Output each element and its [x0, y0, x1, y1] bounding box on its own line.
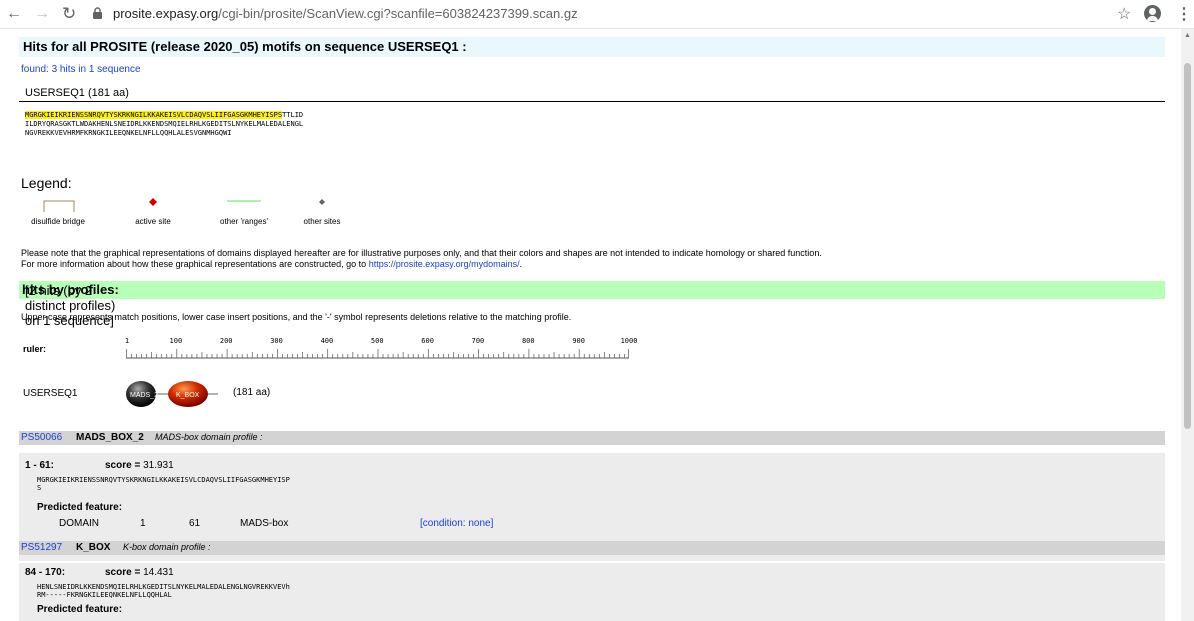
hit-sequence-line: HENLSNEIDRLKKENDSMQIELRHLKGEDITSLNYKELMA… — [37, 583, 290, 591]
legend-active-site: active site — [123, 198, 183, 228]
profile-header-ps50066: PS50066 MADS_BOX_2 MADS-box domain profi… — [19, 431, 1165, 445]
forward-arrow-icon[interactable]: → — [34, 4, 50, 24]
sequence-text: TTLID — [282, 111, 304, 119]
hit-box: 84 - 170: score = 14.431 HENLSNEIDRLKKEN… — [19, 563, 1165, 621]
hit-sequence: MGRGKIEIKRIENSSNRQVTYSKRKNGILKKAKEISVLCD… — [37, 476, 290, 492]
account-icon[interactable] — [1144, 5, 1161, 22]
condition-link[interactable]: [condition: none] — [420, 518, 493, 529]
legend-label: disulfide bridge — [31, 217, 85, 226]
ruler-tick-label: 300 — [270, 337, 283, 345]
scrollbar-thumb[interactable] — [1184, 63, 1191, 429]
ruler-tick-label: 400 — [320, 337, 334, 345]
legend-other-ranges: other 'ranges' — [209, 198, 279, 228]
ruler-label: ruler: — [23, 344, 47, 354]
legend-title: Legend: — [21, 175, 72, 191]
profile-header-ps51297: PS51297 K_BOX K-box domain profile : — [19, 541, 1165, 555]
legend-label: other sites — [303, 217, 341, 226]
sequence-text: NGVREKKVEVHRMFKRNGKILEEQNKELNFLLQQHLALES… — [25, 129, 232, 137]
more-menu-icon[interactable]: ⋮ — [1176, 4, 1192, 24]
back-arrow-icon[interactable]: ← — [6, 4, 22, 24]
sequence-block: MGRGKIEIKRIENSSNRQVTYSKRKNGILKKAKEISVLCD… — [25, 111, 303, 138]
feature-name: MADS-box — [240, 518, 289, 529]
address-bar[interactable]: prosite.expasy.org/cgi-bin/prosite/ScanV… — [113, 6, 578, 21]
ruler-tick-label: 500 — [370, 337, 384, 345]
disclaimer-note: Please note that the graphical represent… — [21, 248, 822, 270]
lock-icon — [93, 7, 102, 19]
hits-header: Hits for all PROSITE (release 2020_05) m… — [19, 37, 1165, 57]
ruler-tick-label: 200 — [219, 337, 233, 345]
case-legend-note: Upper case represents match positions, l… — [21, 312, 572, 322]
page-title: Hits for all PROSITE (release 2020_05) m… — [23, 39, 467, 54]
hit-range: 1 - 61: — [25, 460, 54, 471]
feature-type: DOMAIN — [59, 518, 99, 529]
found-hits-link[interactable]: found: 3 hits in 1 sequence — [21, 64, 141, 75]
bookmark-star-icon[interactable]: ☆ — [1117, 4, 1131, 24]
ruler-tick-label: 1 — [124, 337, 130, 345]
profile-description: K-box domain profile : — [123, 542, 211, 552]
ruler-tick-label: 1000 — [620, 337, 638, 345]
url-path: /cgi-bin/prosite/ScanView.cgi?scanfile=6… — [218, 6, 578, 21]
legend-label: active site — [135, 217, 171, 226]
ruler-tick-label: 100 — [169, 337, 183, 345]
sequence-label: USERSEQ1 (181 aa) — [25, 87, 129, 99]
highlighted-sequence: MGRGKIEIKRIENSSNRQVTYSKRKNGILKKAKEISVLCD… — [25, 111, 283, 119]
note-text: Please note that the graphical represent… — [21, 248, 822, 258]
ruler-tick-label: 700 — [471, 337, 485, 345]
score-label: score = — [105, 567, 144, 578]
other-sites-icon — [319, 199, 325, 205]
ruler-tick-label: 600 — [421, 337, 434, 345]
hit-range: 84 - 170: — [25, 567, 66, 578]
domain-graphic[interactable]: MADS_2 K_BOX — [126, 379, 236, 409]
hit-sequence-line: RM-----FKRNGKILEEQNKELNFLLQQHLAL — [37, 591, 172, 599]
disulfide-bridge-icon — [43, 200, 75, 212]
profile-id-link[interactable]: PS50066 — [21, 432, 62, 443]
legend-disulfide-bridge: disulfide bridge — [19, 198, 97, 228]
ruler-scale — [126, 349, 629, 359]
feature-start: 1 — [140, 518, 146, 529]
domain-label-mads: MADS_2 — [130, 392, 158, 399]
mydomains-link[interactable]: https://prosite.expasy.org/mydomains/ — [369, 259, 520, 269]
domain-label-kbox: K_BOX — [176, 392, 200, 399]
ruler-tick-label: 800 — [521, 337, 535, 345]
profile-name: MADS_BOX_2 — [76, 432, 144, 443]
legend-label: other 'ranges' — [220, 217, 268, 226]
vertical-scrollbar[interactable]: ▲ — [1181, 29, 1194, 621]
sequence-text: ILDRYQRASGKTLWDAKHENLSNEIDRLKKENDSMQIELR… — [25, 120, 304, 128]
profile-id-link[interactable]: PS51297 — [21, 542, 62, 553]
score-label: score = — [105, 460, 144, 471]
profiles-section-header: hits by profiles: [2 hits (by 2 distinct… — [19, 281, 1165, 328]
predicted-feature-label: Predicted feature: — [37, 604, 123, 615]
score-value: 14.431 — [143, 567, 174, 578]
legend-other-sites: other sites — [293, 198, 351, 228]
hit-sequence-line: S — [37, 484, 42, 492]
sequence-length: (181 aa) — [233, 387, 271, 398]
reload-icon[interactable]: ↻ — [62, 4, 76, 24]
score-value: 31.931 — [143, 460, 174, 471]
url-domain: prosite.expasy.org — [113, 6, 219, 21]
ruler-tick-label: 900 — [572, 337, 585, 345]
page-content: Hits for all PROSITE (release 2020_05) m… — [19, 29, 1165, 621]
note-text: For more information about how these gra… — [21, 259, 369, 269]
feature-end: 61 — [189, 518, 201, 529]
note-text: . — [519, 259, 523, 269]
predicted-feature-label: Predicted feature: — [37, 502, 123, 513]
hit-sequence-line: MGRGKIEIKRIENSSNRQVTYSKRKNGILKKAKEISVLCD… — [37, 476, 290, 484]
active-site-icon — [149, 198, 157, 206]
divider — [19, 101, 1165, 102]
profile-description: MADS-box domain profile : — [155, 432, 263, 442]
profile-name: K_BOX — [76, 542, 111, 553]
other-ranges-icon — [227, 200, 261, 202]
browser-toolbar: ← → ↻ prosite.expasy.org/cgi-bin/prosite… — [0, 0, 1194, 29]
sequence-name: USERSEQ1 — [23, 388, 78, 399]
scroll-up-arrow-icon[interactable]: ▲ — [1184, 32, 1191, 39]
hit-sequence: HENLSNEIDRLKKENDSMQIELRHLKGEDITSLNYKELMA… — [37, 583, 290, 599]
